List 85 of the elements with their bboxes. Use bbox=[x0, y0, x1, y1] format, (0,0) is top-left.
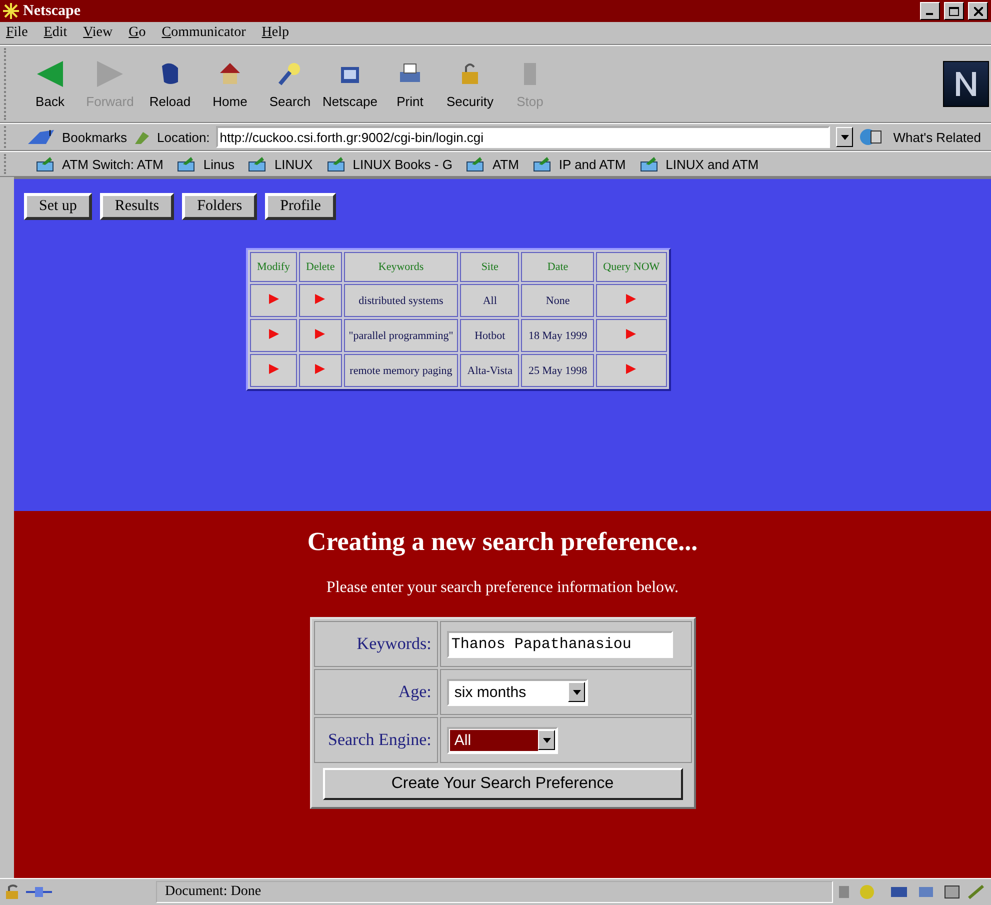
column-header: Keywords bbox=[344, 252, 458, 282]
submit-button[interactable]: Create Your Search Preference bbox=[322, 768, 682, 800]
page-heading: Creating a new search preference... bbox=[307, 527, 698, 557]
forward-icon bbox=[96, 60, 124, 88]
column-header: Modify bbox=[250, 252, 297, 282]
toolbar-button[interactable]: Home bbox=[200, 49, 260, 119]
menu-item[interactable]: View bbox=[83, 25, 113, 41]
age-select[interactable]: six months bbox=[447, 678, 588, 706]
table-cell: Alta-Vista bbox=[460, 354, 520, 387]
table-cell: "parallel programming" bbox=[344, 319, 458, 352]
dropdown-button[interactable] bbox=[836, 127, 854, 147]
column-header: Site bbox=[460, 252, 520, 282]
bookmark-icon[interactable] bbox=[26, 128, 56, 146]
caret-icon bbox=[542, 738, 551, 742]
menu-item[interactable]: Communicator bbox=[162, 25, 246, 41]
table-cell: 25 May 1998 bbox=[521, 354, 594, 387]
menu-item[interactable]: File bbox=[6, 25, 28, 41]
nav-button[interactable]: Results bbox=[100, 193, 174, 220]
connection-icon bbox=[26, 885, 52, 899]
column-header: Query NOW bbox=[596, 252, 667, 282]
arrow-icon[interactable] bbox=[625, 328, 638, 340]
folder-icon bbox=[326, 156, 347, 172]
caret-icon bbox=[572, 690, 581, 694]
caret-icon bbox=[840, 134, 849, 140]
bookmark-link[interactable]: ATM bbox=[492, 156, 519, 172]
arrow-icon[interactable] bbox=[268, 328, 280, 340]
folder-icon bbox=[640, 156, 660, 172]
folder-icon bbox=[36, 156, 56, 172]
bookmarks-button[interactable]: Bookmarks bbox=[62, 130, 128, 144]
folder-icon bbox=[466, 156, 486, 172]
arrow-icon[interactable] bbox=[268, 363, 280, 375]
toolbar-button[interactable]: Reload bbox=[140, 49, 200, 119]
whats-related-button[interactable]: What's Related bbox=[893, 130, 981, 144]
close-button[interactable] bbox=[968, 2, 988, 20]
nav-button[interactable]: Profile bbox=[265, 193, 336, 220]
table-cell: remote memory paging bbox=[344, 354, 458, 387]
table-cell: All bbox=[460, 284, 520, 317]
bookmark-link[interactable]: LINUX bbox=[274, 156, 313, 172]
table-cell: 18 May 1999 bbox=[521, 319, 594, 352]
table-cell: None bbox=[521, 284, 594, 317]
arrow-icon[interactable] bbox=[314, 293, 326, 305]
window-title: Netscape bbox=[23, 2, 82, 20]
toolbar-button[interactable]: Search bbox=[260, 49, 320, 119]
toolbar-button[interactable]: Security bbox=[440, 49, 500, 119]
table-cell: Hotbot bbox=[460, 319, 520, 352]
status-text: Document: Done bbox=[156, 881, 833, 903]
folder-icon bbox=[532, 156, 553, 172]
intro-text: Please enter your search preference information below. bbox=[326, 579, 679, 597]
url-field[interactable]: http://cuckoo.csi.forth.gr:9002/cgi-bin/login.cgi bbox=[216, 126, 830, 148]
toolbar-button[interactable]: Netscape bbox=[320, 49, 380, 119]
minimize-button[interactable] bbox=[920, 2, 940, 20]
app-icon bbox=[3, 3, 19, 19]
maximize-button[interactable] bbox=[944, 2, 964, 20]
bookmark-link[interactable]: Linus bbox=[203, 156, 234, 172]
nav-button[interactable]: Folders bbox=[182, 193, 258, 220]
nav-button[interactable]: Set up bbox=[24, 193, 92, 220]
location-label: Location: bbox=[157, 130, 210, 144]
folder-icon bbox=[177, 156, 198, 172]
menu-item[interactable]: Edit bbox=[44, 25, 68, 41]
toolbar-button[interactable]: Print bbox=[380, 49, 440, 119]
bookmark-link[interactable]: IP and ATM bbox=[558, 156, 626, 172]
bookmark-link[interactable]: LINUX Books - G bbox=[352, 156, 452, 172]
folder-icon bbox=[248, 156, 268, 172]
bookmark-link[interactable]: ATM Switch: ATM bbox=[62, 156, 164, 172]
arrow-icon[interactable] bbox=[625, 293, 638, 305]
menu-item[interactable]: Go bbox=[128, 25, 146, 41]
keywords-field[interactable]: Thanos Papathanasiou bbox=[447, 630, 674, 658]
engine-select[interactable]: All bbox=[447, 726, 558, 754]
menu-item[interactable]: Help bbox=[262, 25, 289, 41]
maximize-icon bbox=[949, 6, 959, 16]
logo-icon bbox=[943, 61, 989, 107]
table-cell: distributed systems bbox=[344, 284, 458, 317]
back-icon bbox=[36, 60, 64, 88]
arrow-icon[interactable] bbox=[268, 293, 280, 305]
column-header: Delete bbox=[299, 252, 342, 282]
close-icon bbox=[974, 6, 982, 16]
column-header: Date bbox=[521, 252, 594, 282]
arrow-icon[interactable] bbox=[625, 363, 638, 375]
engine-label: Search Engine: bbox=[314, 717, 438, 763]
toolbar-button[interactable]: Back bbox=[20, 49, 80, 119]
keywords-label: Keywords: bbox=[314, 621, 438, 667]
arrow-icon[interactable] bbox=[314, 363, 326, 375]
bookmark-link[interactable]: LINUX and ATM bbox=[666, 156, 759, 172]
arrow-icon[interactable] bbox=[314, 328, 326, 340]
age-label: Age: bbox=[314, 669, 438, 715]
